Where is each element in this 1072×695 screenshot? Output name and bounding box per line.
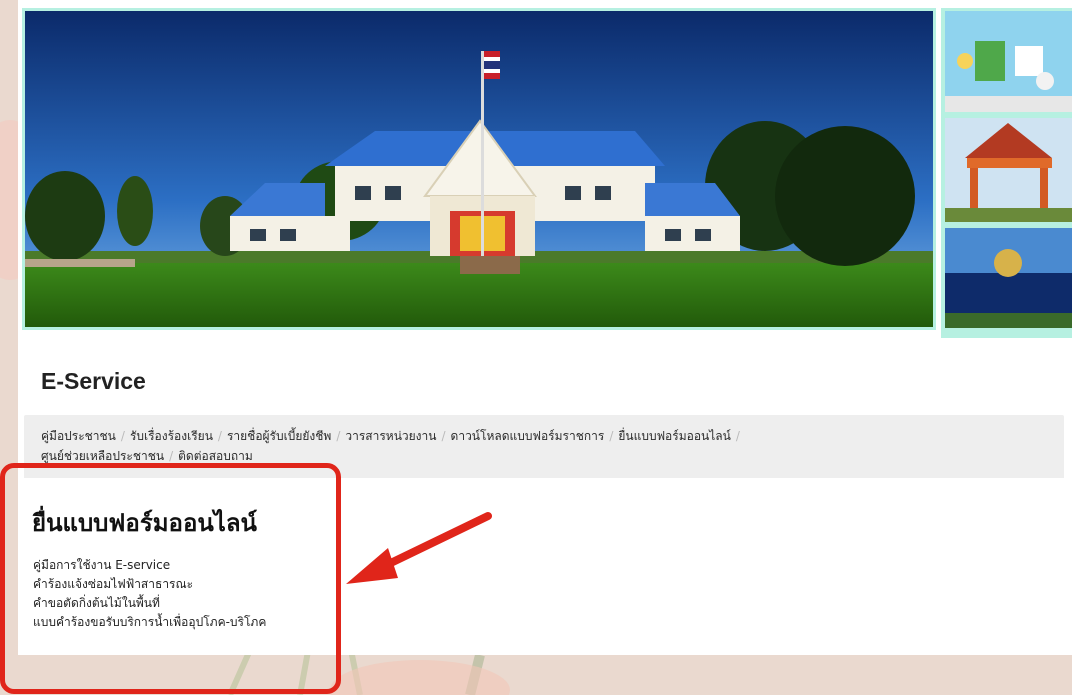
breadcrumb-separator: / [217, 429, 222, 443]
hero-school-photo [22, 8, 936, 330]
thumbnail-school-sign[interactable] [945, 228, 1072, 328]
nav-allowance-recipients[interactable]: รายชื่อผู้รับเบี้ยยังชีพ [227, 429, 331, 443]
breadcrumb-separator: / [336, 429, 341, 443]
breadcrumb-separator: / [120, 429, 125, 443]
breadcrumb-separator: / [735, 429, 740, 443]
nav-contact[interactable]: ติดต่อสอบถาม [178, 449, 253, 463]
breadcrumb-separator: / [169, 449, 174, 463]
thumbnail-gallery [941, 8, 1072, 338]
highlight-box [0, 463, 341, 694]
nav-journal[interactable]: วารสารหน่วยงาน [345, 429, 436, 443]
nav-citizen-manual[interactable]: คู่มือประชาชน [41, 429, 116, 443]
breadcrumb-separator: / [441, 429, 446, 443]
nav-download-forms[interactable]: ดาวน์โหลดแบบฟอร์มราชการ [451, 429, 605, 443]
nav-online-forms[interactable]: ยื่นแบบฟอร์มออนไลน์ [618, 429, 730, 443]
thumbnail-pavilion[interactable] [945, 118, 1072, 222]
page-title: E-Service [41, 368, 146, 394]
nav-complaints[interactable]: รับเรื่องร้องเรียน [130, 429, 213, 443]
breadcrumb-separator: / [609, 429, 614, 443]
breadcrumb-items: คู่มือประชาชน / รับเรื่องร้องเรียน / รายชื่อ… [41, 426, 921, 466]
thumbnail-classroom[interactable] [945, 11, 1072, 112]
nav-help-center[interactable]: ศูนย์ช่วยเหลือประชาชน [41, 449, 164, 463]
